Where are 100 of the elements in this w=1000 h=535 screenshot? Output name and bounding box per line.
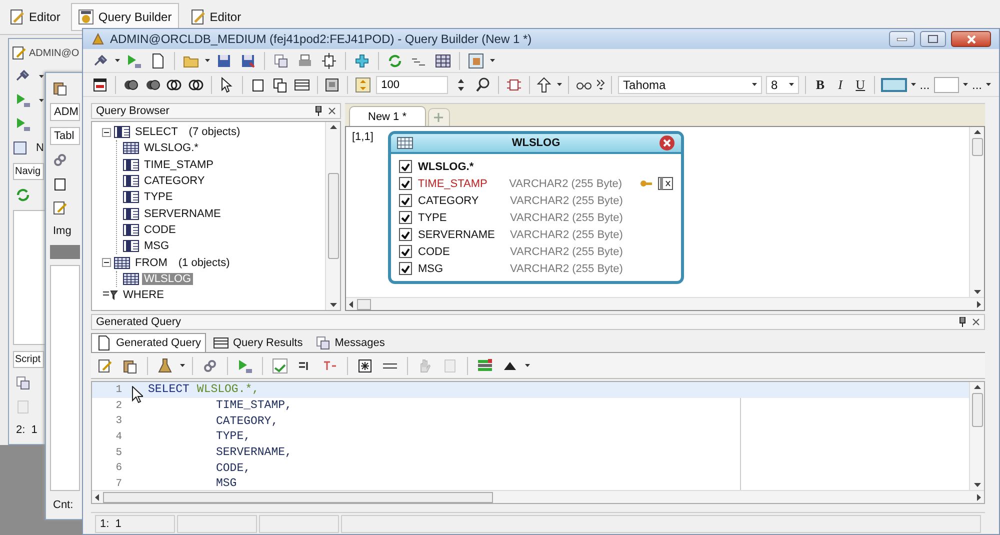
pin-icon[interactable] xyxy=(315,106,322,116)
border-color-swatch[interactable] xyxy=(881,78,907,92)
tree-item[interactable]: WHERE xyxy=(121,289,166,302)
more-button[interactable]: ... xyxy=(920,78,930,92)
more-button[interactable]: ... xyxy=(972,78,982,92)
checkbox[interactable] xyxy=(399,160,412,173)
scrollbar[interactable] xyxy=(969,382,984,490)
status-text: 2: 1 xyxy=(15,423,38,438)
pin-icon[interactable] xyxy=(959,317,966,327)
panel-tab[interactable]: Generated Query xyxy=(91,333,206,352)
tree-item[interactable]: CATEGORY xyxy=(142,175,207,188)
scroll-down-icon[interactable] xyxy=(330,303,336,307)
close-button[interactable] xyxy=(951,31,991,47)
scroll-left-icon[interactable] xyxy=(349,300,353,308)
check-icon[interactable] xyxy=(270,356,290,376)
scroll-left-icon[interactable] xyxy=(95,494,99,500)
collapse-icon[interactable] xyxy=(102,258,111,268)
table-title: WLSLOG xyxy=(510,137,562,149)
scroll-down-icon[interactable] xyxy=(974,290,980,294)
caret-icon[interactable] xyxy=(490,59,495,62)
scrollbar[interactable] xyxy=(92,490,984,503)
caret-icon[interactable] xyxy=(525,364,530,367)
caret-icon[interactable] xyxy=(986,83,992,86)
window-title: ADMIN@O xyxy=(29,48,80,58)
tree-item[interactable]: FROM xyxy=(133,256,170,269)
line-number: 1 xyxy=(114,384,123,396)
tree-item[interactable]: SERVERNAME xyxy=(142,208,223,220)
scroll-thumb[interactable] xyxy=(328,173,338,259)
app-tab[interactable]: Editor xyxy=(2,3,68,31)
navigator-field[interactable]: Navig xyxy=(13,163,44,180)
code-editor[interactable]: 1 SELECT WLSLOG.*, 2 TIME_STAMP, 3 CATEGORY, 4 TYPE, 5 SERVERNAME, 6 CODE, 7 MSG xyxy=(91,381,985,504)
tree-item[interactable]: TYPE xyxy=(142,191,175,204)
close-icon[interactable] xyxy=(659,135,675,151)
italic-button[interactable]: I xyxy=(832,76,848,92)
scroll-up-icon[interactable] xyxy=(974,385,980,389)
scrollbar[interactable] xyxy=(325,122,340,310)
scroll-up-icon[interactable] xyxy=(974,130,980,134)
bold-button[interactable]: B xyxy=(812,76,828,92)
checkbox[interactable] xyxy=(399,177,412,190)
text-field[interactable]: Tabl xyxy=(50,127,80,145)
tree-item[interactable]: SELECT xyxy=(133,126,180,138)
zoom-field[interactable]: 100 xyxy=(376,76,448,94)
code-token: WLSLOG.*, xyxy=(196,383,260,396)
tab-label[interactable]: N xyxy=(33,140,47,156)
tree-item[interactable]: CODE xyxy=(142,224,178,236)
query-tab[interactable]: New 1 * xyxy=(349,106,426,126)
text-field[interactable]: ADM xyxy=(50,103,80,121)
pencil-document-icon xyxy=(9,9,25,25)
scroll-thumb[interactable] xyxy=(972,138,982,156)
caret-icon[interactable] xyxy=(115,59,120,62)
scroll-right-icon[interactable] xyxy=(977,494,981,500)
caret-icon[interactable] xyxy=(39,74,44,78)
caret-icon[interactable] xyxy=(39,98,44,102)
overflow-icon[interactable] xyxy=(597,78,606,90)
minimize-button[interactable] xyxy=(889,31,915,47)
panel-tab[interactable]: Messages xyxy=(310,333,390,352)
scrollbar[interactable] xyxy=(346,297,984,310)
checkbox[interactable] xyxy=(399,211,412,224)
underline-button[interactable]: U xyxy=(852,76,868,92)
checkbox[interactable] xyxy=(399,262,412,275)
caret-icon[interactable] xyxy=(205,59,210,62)
caret-icon xyxy=(789,83,794,86)
export-icon[interactable] xyxy=(319,50,339,70)
tree-item[interactable]: WLSLOG.* xyxy=(142,142,200,154)
scroll-up-icon[interactable] xyxy=(330,125,336,129)
tree-item[interactable]: MSG xyxy=(142,240,172,252)
font-combo[interactable]: Tahoma xyxy=(618,76,762,94)
column-header: Img xyxy=(52,224,72,239)
size-combo[interactable]: 8 xyxy=(766,76,800,94)
checkbox[interactable] xyxy=(399,245,412,258)
fill-color-swatch[interactable] xyxy=(934,76,959,92)
scroll-right-icon[interactable] xyxy=(977,300,981,308)
collapse-icon[interactable] xyxy=(102,128,111,137)
object-count: (1 objects) xyxy=(178,256,230,269)
table-card[interactable]: WLSLOG WLSLOG.* TIME_STAMP VARCHAR2 (255 Byte) CATEGORY VARCHAR2 (255 Byte) TYPE VARCHAR2 (255 Byte) SERVERNAME VARCHAR2 (255 Byte) CODE VARCHAR2 (255 Byte) MSG VARCHAR2 (255 Byte) xyxy=(388,131,684,284)
app-tab[interactable]: Query Builder xyxy=(71,3,179,31)
code-token: CODE, xyxy=(216,462,251,475)
column-name: CATEGORY xyxy=(418,194,480,206)
layout-icon[interactable] xyxy=(466,50,486,70)
close-icon[interactable] xyxy=(328,107,336,115)
tree-item[interactable]: TIME_STAMP xyxy=(142,158,216,171)
close-icon[interactable] xyxy=(972,318,980,326)
caret-icon[interactable] xyxy=(557,83,562,86)
panel-tab[interactable]: Query Results xyxy=(208,333,308,352)
maximize-button[interactable] xyxy=(920,31,946,47)
scroll-thumb[interactable] xyxy=(103,492,493,502)
scroll-down-icon[interactable] xyxy=(974,483,980,487)
scrollbar[interactable] xyxy=(969,127,984,297)
table-icon xyxy=(123,142,139,154)
caret-icon[interactable] xyxy=(910,83,916,86)
messages-icon xyxy=(314,335,331,351)
up-arrow-icon[interactable] xyxy=(535,74,554,94)
scripts-field[interactable]: Script xyxy=(13,351,44,368)
checkbox[interactable] xyxy=(399,194,412,207)
caret-icon[interactable] xyxy=(963,83,968,86)
checkbox[interactable] xyxy=(399,228,412,241)
scroll-thumb[interactable] xyxy=(357,298,371,310)
caret-icon[interactable] xyxy=(180,364,185,367)
scroll-thumb[interactable] xyxy=(972,393,982,427)
fit-icon[interactable] xyxy=(354,74,372,94)
